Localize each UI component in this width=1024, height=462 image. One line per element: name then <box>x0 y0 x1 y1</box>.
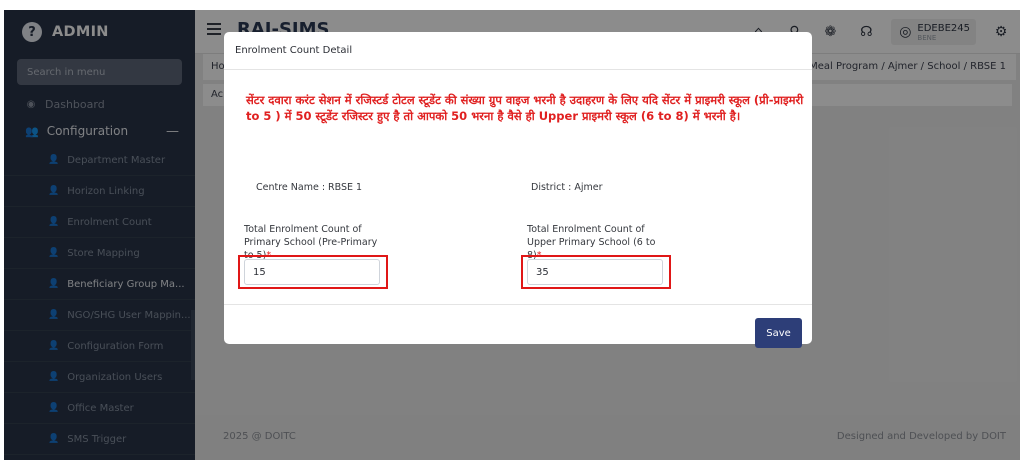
instruction-notice: सेंटर दवारा करंट सेशन में रजिस्टर्ड टोटल… <box>246 93 804 123</box>
enrolment-count-modal: Enrolment Count Detail सेंटर दवारा करंट … <box>224 32 812 348</box>
district-name: District : Ajmer <box>531 182 603 193</box>
upper-primary-count-input[interactable]: 35 <box>527 259 663 285</box>
modal-footer-divider <box>224 304 812 305</box>
primary-count-input[interactable]: 15 <box>244 259 380 285</box>
save-button[interactable]: Save <box>755 318 802 348</box>
modal-title: Enrolment Count Detail <box>224 32 812 70</box>
centre-name: Centre Name : RBSE 1 <box>256 182 363 193</box>
app-frame: ? ADMIN Search in menu ◉ Dashboard 👥 Con… <box>4 10 1020 460</box>
